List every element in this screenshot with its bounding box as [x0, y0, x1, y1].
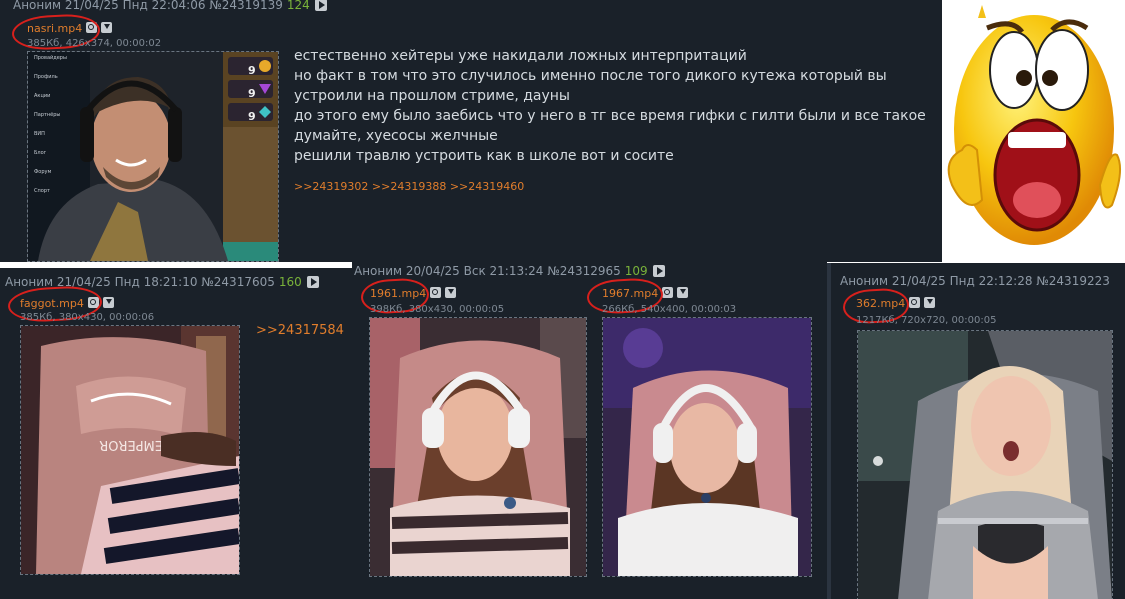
post-header-text: Аноним 20/04/25 Вск 21:13:24 №24312965 [354, 264, 621, 278]
reply-link[interactable]: >>24317584 [256, 323, 344, 338]
post-left: Аноним 21/04/25 Пнд 18:21:10 №24317605 16… [0, 268, 352, 599]
post-header: Аноним 21/04/25 Пнд 22:12:28 №24319223 [840, 274, 1110, 288]
post-header: Аноним 20/04/25 Вск 21:13:24 №24312965 10… [354, 264, 665, 278]
search-icon[interactable] [909, 297, 921, 308]
download-icon[interactable] [924, 297, 936, 308]
post-right: Аноним 21/04/25 Пнд 22:12:28 №24319223 3… [827, 263, 1125, 599]
file-meta: 266Кб, 540x400, 00:00:03 [602, 304, 737, 315]
file-meta: 385Кб, 380x430, 00:00:06 [20, 312, 155, 323]
post-message: естественно хейтеры уже накидали ложных … [294, 46, 942, 166]
message-line: решили травлю устроить как в школе вот и… [294, 148, 674, 164]
reply-links: >>24319302 >>24319388 >>24319460 [294, 180, 524, 193]
post-top: Аноним 21/04/25 Пнд 22:04:06 №24319139 12… [0, 0, 942, 262]
screaming-emoji-icon [947, 5, 1122, 245]
post-header: Аноним 21/04/25 Пнд 22:04:06 №24319139 12… [13, 0, 327, 12]
video-thumbnail[interactable]: Провайдеры Профиль Акции Партнёры ВИП Бл… [27, 51, 279, 262]
reply-link[interactable]: >>24319388 [372, 180, 446, 193]
video-thumbnail[interactable]: EMPEROR [20, 325, 240, 575]
menu-item: ВИП [34, 131, 45, 137]
video-thumbnail[interactable] [857, 330, 1113, 599]
post-header-text: Аноним 21/04/25 Пнд 22:04:06 №24319139 [13, 0, 283, 12]
reply-link[interactable]: >>24319460 [450, 180, 524, 193]
search-icon[interactable] [662, 287, 674, 298]
badge-number: 9 [248, 87, 256, 100]
menu-item: Блог [34, 150, 47, 156]
menu-item: Профиль [34, 74, 58, 80]
search-icon[interactable] [430, 287, 442, 298]
file-meta: 385Кб, 426x374, 00:00:02 [27, 38, 162, 49]
video-thumbnail[interactable] [369, 317, 587, 577]
menu-item: Провайдеры [34, 55, 67, 61]
menu-item: Форум [34, 169, 52, 175]
reply-link[interactable]: >>24319302 [294, 180, 368, 193]
download-icon[interactable] [445, 287, 457, 298]
chair-text: EMPEROR [99, 437, 163, 452]
download-icon[interactable] [677, 287, 689, 298]
post-middle: Аноним 20/04/25 Вск 21:13:24 №24312965 10… [352, 262, 827, 599]
badge-number: 9 [248, 64, 256, 77]
overlay-menu: Провайдеры Профиль Акции Партнёры ВИП Бл… [34, 55, 90, 195]
reply-count: 109 [624, 264, 648, 278]
reply-count: 124 [286, 0, 310, 12]
video-thumbnail[interactable] [602, 317, 812, 577]
streamer-blonde-scene [858, 331, 1112, 599]
chair-scene: EMPEROR [21, 326, 239, 574]
file-meta: 398Кб, 380x430, 00:00:05 [370, 304, 505, 315]
play-icon[interactable] [306, 276, 319, 288]
overlay-badges: 9 9 9 [248, 59, 256, 128]
download-icon[interactable] [102, 297, 114, 308]
emoji-image [942, 0, 1125, 263]
reply-count: 160 [278, 275, 302, 289]
play-icon[interactable] [652, 265, 665, 277]
menu-item: Спорт [34, 188, 50, 194]
streamer-girl-scene [370, 318, 586, 576]
streamer-girl-scene [603, 318, 811, 576]
message-line: но факт в том что это случилось именно п… [294, 68, 887, 104]
download-icon[interactable] [101, 22, 113, 33]
message-line: естественно хейтеры уже накидали ложных … [294, 48, 747, 64]
message-line: до этого ему было заебись что у него в т… [294, 108, 926, 144]
badge-number: 9 [248, 110, 256, 123]
menu-item: Партнёры [34, 112, 61, 118]
play-icon[interactable] [314, 0, 327, 11]
file-meta: 1217Кб, 720x720, 00:00:05 [856, 315, 997, 326]
menu-item: Акции [34, 93, 51, 99]
post-header-text: Аноним 21/04/25 Пнд 22:12:28 №24319223 [840, 274, 1110, 288]
